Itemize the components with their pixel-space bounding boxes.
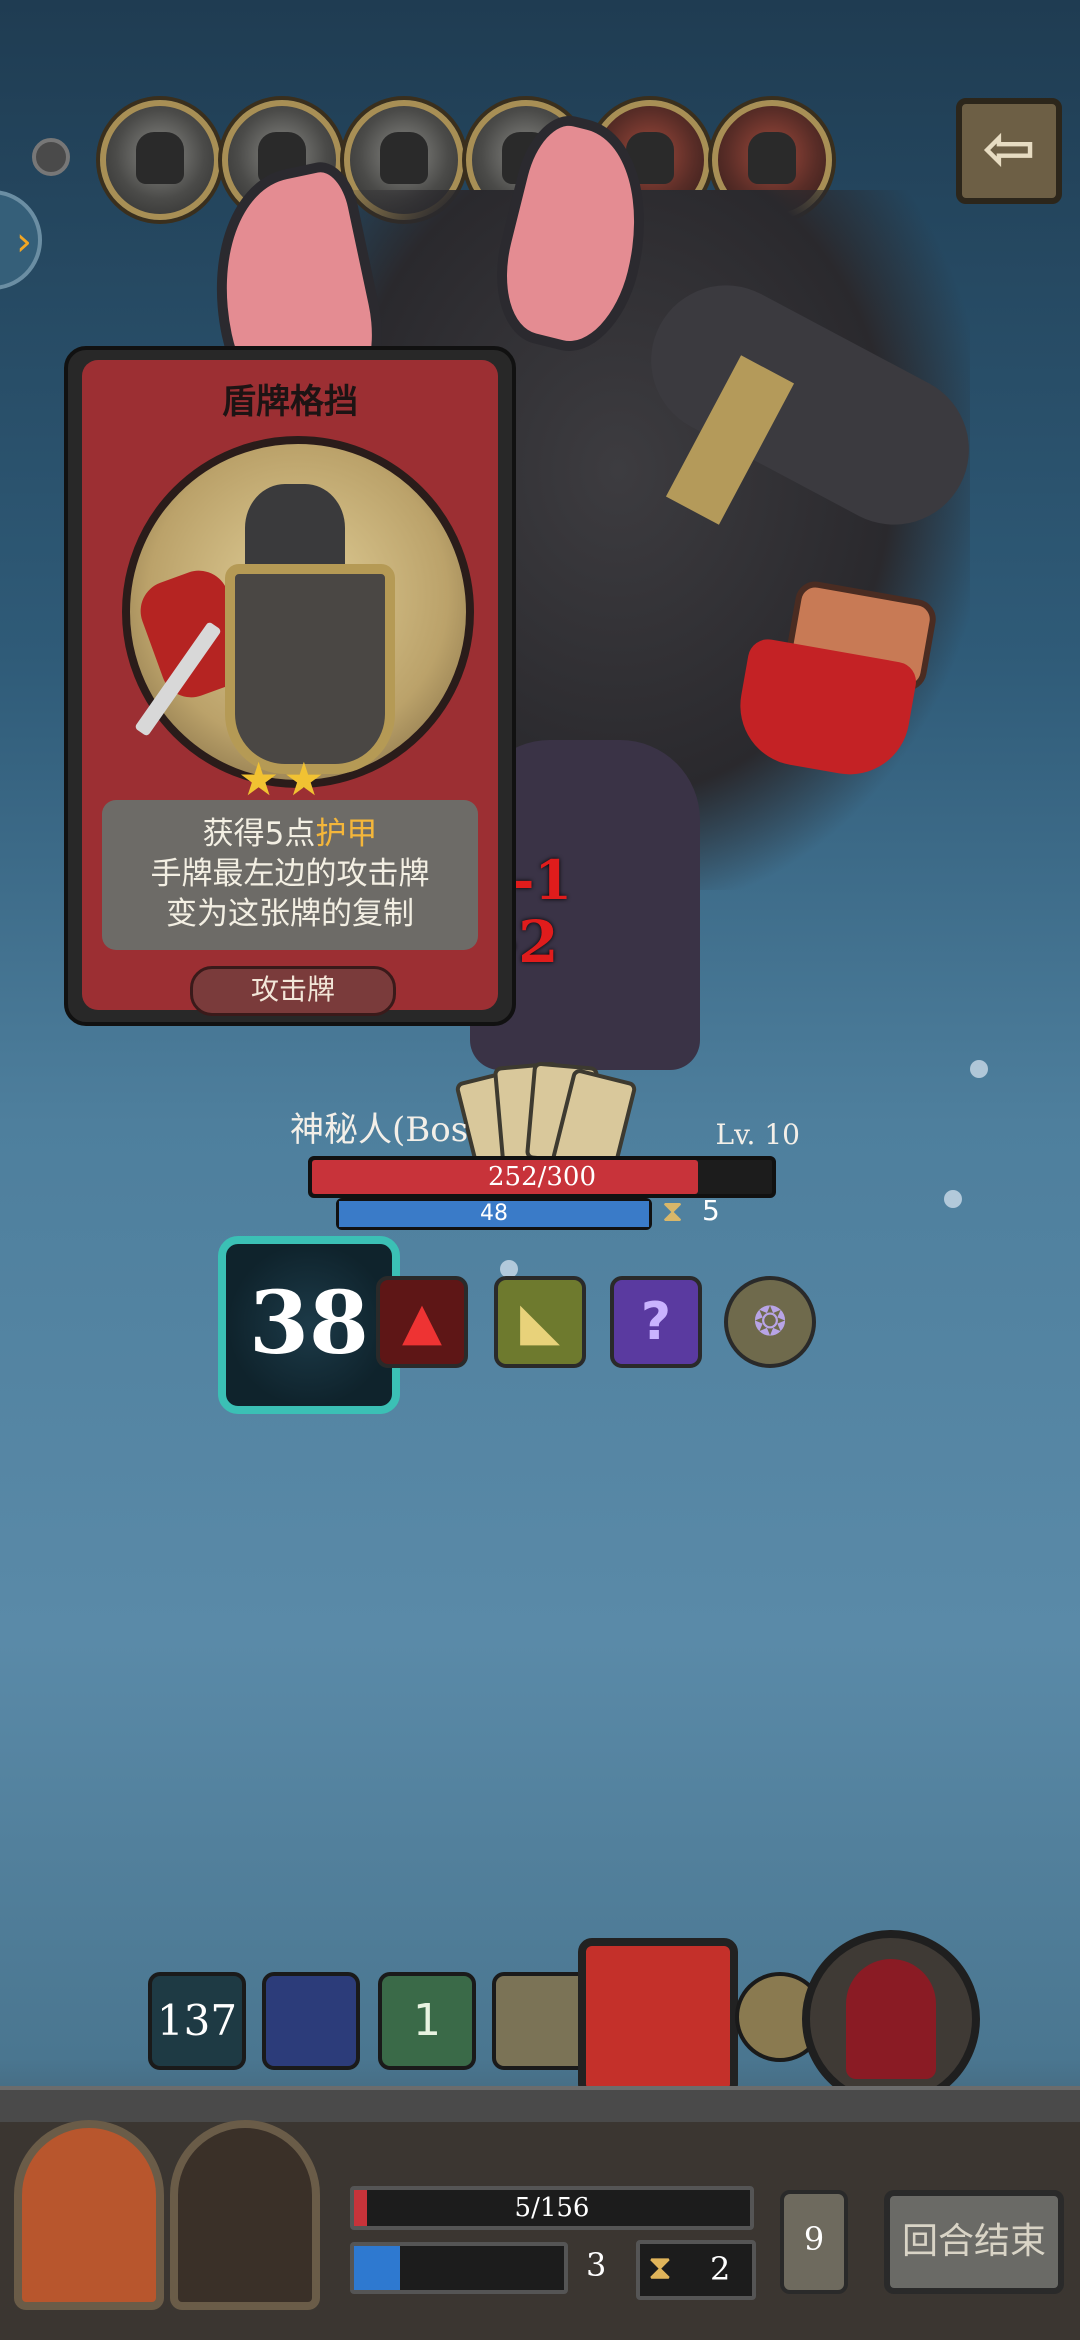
horn-icon[interactable]: ◣ [494,1276,586,1368]
blood-drop-icon[interactable]: ▲ [376,1276,468,1368]
enemy-queue-token[interactable] [100,100,220,220]
card-frame: 盾牌格挡 ★★ 获得5点护甲 手牌最左边的攻击牌 变为这张牌的复制 攻击牌 [82,360,498,1016]
shield-icon [225,564,395,774]
card-art-knight [122,436,474,788]
turn-order-active-enemy[interactable] [578,1938,738,2098]
player-hp-bar: 5/156 [350,2186,754,2230]
snowflake [944,1190,962,1208]
hero-portrait-hooded[interactable] [170,2120,320,2310]
notification-dot [32,138,70,176]
turn-order-hooded-figure[interactable] [262,1972,360,2070]
card-star-rating: ★★ [238,752,329,806]
side-panel-tab[interactable]: › [0,190,42,290]
end-turn-button[interactable]: 回合结束 [884,2190,1064,2294]
player-shield-bar [350,2242,568,2294]
card-desc-text: 变为这张牌的复制 [166,896,414,932]
boss-hp-text: 252/300 [487,1162,596,1192]
player-hourglass: ⧗ 2 [636,2240,756,2300]
card-description: 获得5点护甲 手牌最左边的攻击牌 变为这张牌的复制 [102,800,478,950]
card-keyword: 护甲 [315,816,378,852]
claw-icon[interactable]: ❂ [724,1276,816,1368]
player-shield-value: 3 [586,2246,607,2284]
snowflake [970,1060,988,1078]
turn-order-counter[interactable]: 137 [148,1972,246,2070]
card-tooltip[interactable]: 盾牌格挡 ★★ 获得5点护甲 手牌最左边的攻击牌 变为这张牌的复制 攻击牌 [64,346,516,1026]
boss-nameplate: 神秘人(Bos Lv. 10 252/300 48 ⧗ 5 [250,1098,830,1238]
boss-hourglass-value: 5 [702,1194,720,1227]
turn-order-skull[interactable]: 1 [378,1972,476,2070]
card-desc-text: 获得5点 [202,816,316,852]
draw-pile-button[interactable]: 9 [780,2190,848,2294]
player-hp-text: 5/156 [514,2193,590,2223]
player-hourglass-value: 2 [710,2250,731,2288]
card-title: 盾牌格挡 [222,382,358,422]
chevron-right-icon: › [16,219,32,265]
red-hood-avatar [846,1959,936,2079]
boss-shield-text: 48 [480,1201,508,1226]
damage-number: -1 [512,848,572,912]
turn-order-player[interactable] [802,1930,980,2108]
hero-portrait-swordsman[interactable] [14,2120,164,2310]
boss-name: 神秘人(Bos [290,1110,469,1150]
card-desc-text: 手牌最左边的攻击牌 [150,856,430,892]
boss-level: Lv. 10 [715,1118,800,1151]
player-shield-fill [354,2246,401,2290]
turn-order-beast[interactable] [492,1972,590,2070]
card-type-label: 攻击牌 [190,966,396,1016]
boss-hp-bar: 252/300 [308,1156,776,1198]
hourglass-icon: ⧗ [648,2248,672,2288]
hourglass-icon: ⧗ [662,1194,684,1229]
armor-status-badge[interactable]: 38 [218,1236,400,1414]
boss-shield-bar: 48 [336,1198,652,1230]
back-button[interactable]: ⇦ [956,98,1062,204]
arrow-left-icon: ⇦ [982,112,1036,186]
stone-ground [0,2086,1080,2126]
mystery-status-icon[interactable]: ? [610,1276,702,1368]
